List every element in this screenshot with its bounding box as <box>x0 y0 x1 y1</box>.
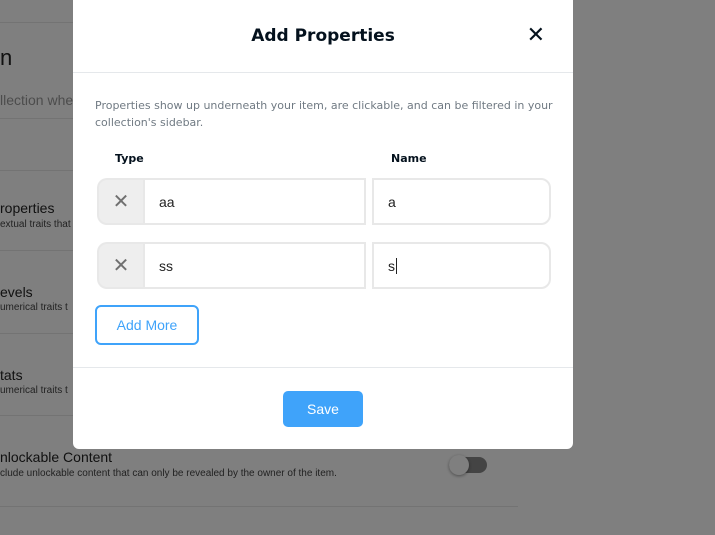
save-button[interactable]: Save <box>283 391 363 427</box>
remove-row-button[interactable]: ✕ <box>97 178 143 225</box>
close-icon: ✕ <box>112 255 130 277</box>
remove-row-button[interactable]: ✕ <box>97 242 143 289</box>
modal-header: Add Properties ✕ <box>73 0 573 73</box>
type-column-label: Type <box>115 152 144 165</box>
name-column-label: Name <box>391 152 427 165</box>
name-input[interactable]: s <box>372 242 551 289</box>
property-row: ✕ ss s <box>97 242 551 289</box>
modal-footer-divider <box>73 367 573 368</box>
type-input[interactable]: ss <box>143 242 366 289</box>
close-icon: ✕ <box>112 191 130 213</box>
close-icon[interactable]: ✕ <box>527 24 545 46</box>
modal-description: Properties show up underneath your item,… <box>95 99 553 129</box>
add-properties-modal: Add Properties ✕ Properties show up unde… <box>73 0 573 449</box>
text-caret <box>396 257 397 274</box>
add-more-button[interactable]: Add More <box>95 305 199 345</box>
type-input[interactable]: aa <box>143 178 366 225</box>
name-input[interactable]: a <box>372 178 551 225</box>
modal-title: Add Properties <box>251 26 395 46</box>
property-row: ✕ aa a <box>97 178 551 225</box>
